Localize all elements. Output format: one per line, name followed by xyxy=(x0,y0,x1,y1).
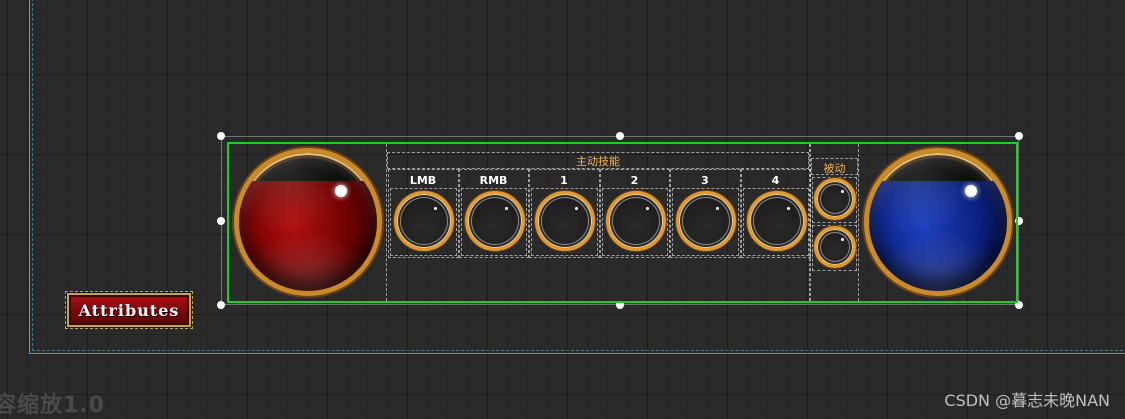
csdn-watermark: CSDN @暮志未晚NAN xyxy=(944,391,1110,410)
attributes-button[interactable]: Attributes xyxy=(65,291,193,329)
mana-orb-glass xyxy=(869,153,1007,291)
resize-handle-bottom-left[interactable] xyxy=(217,301,225,309)
attributes-button-label: Attributes xyxy=(78,300,180,320)
health-orb[interactable] xyxy=(234,148,382,296)
resize-handle-top[interactable] xyxy=(616,132,624,140)
mana-orb[interactable] xyxy=(864,148,1012,296)
skill-slot-label: RMB xyxy=(479,174,508,187)
resize-handle-top-right[interactable] xyxy=(1015,132,1023,140)
resize-handle-left[interactable] xyxy=(217,216,225,225)
passive-skills-title: 被动 xyxy=(823,162,846,175)
skill-slot-button[interactable] xyxy=(746,191,807,251)
health-orb-glint xyxy=(335,185,347,197)
skill-slot-button[interactable] xyxy=(605,191,666,251)
skill-slot-label: 4 xyxy=(771,174,780,187)
skill-slot-label: 3 xyxy=(701,174,709,187)
skill-slot-label: 2 xyxy=(630,174,639,187)
zoom-label: 容缩放1.0 xyxy=(0,393,105,418)
health-orb-cell xyxy=(230,146,385,300)
passive-slot-glint xyxy=(841,190,844,193)
skill-slot-glint xyxy=(504,207,508,210)
mana-orb-glint xyxy=(965,185,977,197)
skill-slot-glint xyxy=(434,207,437,210)
skill-slot-glint xyxy=(716,207,719,210)
skill-slot-button[interactable] xyxy=(464,191,525,251)
skill-slot-label: LMB xyxy=(409,174,437,187)
passive-slot-glint xyxy=(841,238,844,241)
skill-slot-glint xyxy=(645,207,649,210)
mana-orb-cell xyxy=(860,146,1015,300)
health-orb-glass xyxy=(239,153,377,291)
skill-slot-label: 1 xyxy=(560,174,568,187)
resize-handle-top-left[interactable] xyxy=(217,132,225,140)
active-skills-title: 主动技能 xyxy=(576,155,620,168)
passive-slot-button[interactable] xyxy=(814,178,856,220)
skill-slot-glint xyxy=(575,207,578,210)
passive-slot-button[interactable] xyxy=(814,226,856,268)
skill-slot-button[interactable] xyxy=(394,191,454,251)
skill-bar-hud[interactable]: 主动技能 LMB RMB 1 2 3 4 被动 xyxy=(227,142,1018,303)
skill-slot-button[interactable] xyxy=(676,191,736,251)
skill-slot-glint xyxy=(786,207,790,210)
skill-slot-button[interactable] xyxy=(535,191,595,251)
